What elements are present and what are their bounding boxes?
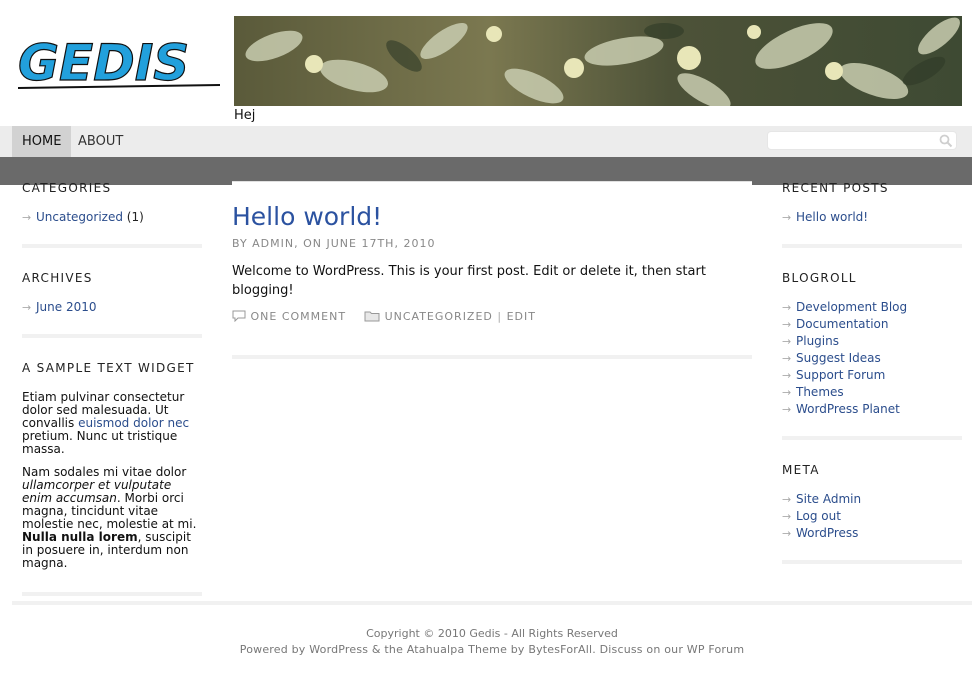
archive-item: June 2010 xyxy=(22,299,202,316)
widget-separator xyxy=(22,592,202,596)
main-content: Hello world! BY ADMIN, ON JUNE 17TH, 201… xyxy=(232,181,752,359)
archives-title: ARCHIVES xyxy=(22,271,93,285)
blogroll-link[interactable]: Plugins xyxy=(796,334,839,348)
meta-link-site-admin[interactable]: Site Admin xyxy=(796,492,861,506)
footer-separator xyxy=(12,601,972,605)
comment-icon xyxy=(232,310,246,323)
blogroll-item: WordPress Planet xyxy=(782,401,962,418)
meta-item: Site Admin xyxy=(782,491,962,508)
text-widget-title: A SAMPLE TEXT WIDGET xyxy=(22,361,195,375)
site-tagline: Hej xyxy=(234,108,256,123)
edit-link[interactable]: EDIT xyxy=(507,310,536,323)
footer-powered-by: Powered by WordPress & the Atahualpa The… xyxy=(239,643,745,656)
header-image xyxy=(234,16,962,106)
text-span: pretium. Nunc ut tristique massa. xyxy=(22,429,178,456)
widget-separator xyxy=(782,560,962,564)
menu-item-about[interactable]: ABOUT xyxy=(68,126,133,157)
meta-item: WordPress xyxy=(782,525,962,542)
folder-icon xyxy=(364,311,380,322)
post-meta: BY ADMIN, ON JUNE 17TH, 2010 xyxy=(232,237,436,250)
post-title: Hello world! xyxy=(232,202,752,231)
recent-posts-title: RECENT POSTS xyxy=(782,181,889,195)
category-link-uncategorized[interactable]: Uncategorized xyxy=(36,210,123,224)
widget-separator xyxy=(782,436,962,440)
blogroll-item: Themes xyxy=(782,384,962,401)
categories-title: CATEGORIES xyxy=(22,181,112,195)
post-body: Welcome to WordPress. This is your first… xyxy=(232,264,706,298)
meta-item: Log out xyxy=(782,508,962,525)
widget-separator xyxy=(782,244,962,248)
site-logo[interactable]: GEDIS xyxy=(14,30,226,93)
menu-item-home[interactable]: HOME xyxy=(12,126,72,157)
categories-list: Uncategorized (1) xyxy=(22,209,202,226)
blogroll-list: Development Blog Documentation Plugins S… xyxy=(782,299,962,418)
left-sidebar: CATEGORIES Uncategorized (1) ARCHIVES Ju… xyxy=(22,181,202,596)
widget-separator xyxy=(22,244,202,248)
meta-link-wordpress[interactable]: WordPress xyxy=(796,526,858,540)
category-count: (1) xyxy=(126,210,144,224)
post-title-link[interactable]: Hello world! xyxy=(232,202,382,231)
blogroll-link[interactable]: Suggest Ideas xyxy=(796,351,881,365)
meta-title: META xyxy=(782,463,820,477)
widget-separator xyxy=(22,334,202,338)
blogroll-title: BLOGROLL xyxy=(782,271,857,285)
recent-post-item: Hello world! xyxy=(782,209,962,226)
blogroll-item: Documentation xyxy=(782,316,962,333)
post-separator xyxy=(232,355,752,359)
text-bold: Nulla nulla lorem xyxy=(22,530,138,544)
recent-post-link[interactable]: Hello world! xyxy=(796,210,868,224)
search-input[interactable] xyxy=(767,131,957,150)
meta-list: Site Admin Log out WordPress xyxy=(782,491,962,542)
text-widget-body: Etiam pulvinar consectetur dolor sed mal… xyxy=(22,391,202,570)
meta-link-log-out[interactable]: Log out xyxy=(796,509,841,523)
text-widget-link[interactable]: euismod dolor nec xyxy=(78,416,189,430)
search-icon[interactable] xyxy=(939,134,953,148)
text-span: Nam sodales mi vitae dolor xyxy=(22,465,187,479)
blogroll-link[interactable]: Documentation xyxy=(796,317,889,331)
main-menu: HOME ABOUT xyxy=(0,126,972,157)
blogroll-item: Support Forum xyxy=(782,367,962,384)
blogroll-item: Suggest Ideas xyxy=(782,350,962,367)
archives-list: June 2010 xyxy=(22,299,202,316)
category-item: Uncategorized (1) xyxy=(22,209,202,226)
text-widget-paragraph: Nam sodales mi vitae dolor ullamcorper e… xyxy=(22,466,202,570)
blogroll-link[interactable]: Development Blog xyxy=(796,300,907,314)
blogroll-link[interactable]: Themes xyxy=(796,385,844,399)
archive-link-june-2010[interactable]: June 2010 xyxy=(36,300,97,314)
footer-copyright: Copyright © 2010 Gedis - All Rights Rese… xyxy=(366,627,618,640)
logo-text: GEDIS xyxy=(18,34,189,92)
text-widget-paragraph: Etiam pulvinar consectetur dolor sed mal… xyxy=(22,391,202,456)
blogroll-link[interactable]: WordPress Planet xyxy=(796,402,900,416)
recent-posts-list: Hello world! xyxy=(782,209,962,226)
right-sidebar: RECENT POSTS Hello world! BLOGROLL Devel… xyxy=(782,181,962,564)
blogroll-item: Plugins xyxy=(782,333,962,350)
content-top-border xyxy=(232,181,752,186)
post-footer: ONE COMMENT UNCATEGORIZED | EDIT xyxy=(232,310,752,323)
blogroll-item: Development Blog xyxy=(782,299,962,316)
category-link[interactable]: UNCATEGORIZED xyxy=(385,310,493,323)
comments-link[interactable]: ONE COMMENT xyxy=(251,310,347,323)
footer-divider: | xyxy=(497,310,503,323)
blogroll-link[interactable]: Support Forum xyxy=(796,368,885,382)
